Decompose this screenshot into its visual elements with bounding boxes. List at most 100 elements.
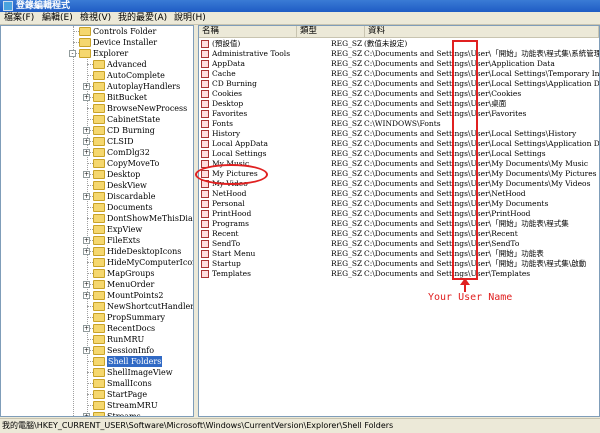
value-row[interactable]: Cookies REG_SZ C:\Documents and Settings\U… <box>199 89 599 99</box>
menu-favorites[interactable]: 我的最愛(A) <box>118 12 167 24</box>
value-name: PrintHood <box>212 209 252 218</box>
value-row[interactable]: CD Burning REG_SZ C:\Documents and Setting… <box>199 79 599 89</box>
tree-node[interactable]: Advanced <box>1 59 193 70</box>
tree-node-label: Streams <box>107 412 141 417</box>
tree-node[interactable]: AutoComplete <box>1 70 193 81</box>
expand-icon[interactable]: + <box>83 413 90 416</box>
tree-node[interactable]: DontShowMeThisDialog <box>1 213 193 224</box>
value-data: C:\Documents and Settings\User\Local Set… <box>364 129 577 138</box>
value-row[interactable]: Cache REG_SZ C:\Documents and Settings\Use… <box>199 69 599 79</box>
column-header-data[interactable]: 資料 <box>365 26 599 38</box>
value-row[interactable]: Programs REG_SZ C:\Documents and Settings\… <box>199 219 599 229</box>
value-row[interactable]: NetHood REG_SZ C:\Documents and Settings\U… <box>199 189 599 199</box>
value-row[interactable]: Local AppData REG_SZ C:\Documents and Sett… <box>199 139 599 149</box>
tree-node[interactable]: HideMyComputerIcons <box>1 257 193 268</box>
collapse-icon[interactable]: - <box>69 50 76 57</box>
value-row[interactable]: Personal REG_SZ C:\Documents and Settings\… <box>199 199 599 209</box>
tree-node-label: AutoComplete <box>107 71 165 80</box>
expand-icon[interactable]: + <box>83 237 90 244</box>
expand-icon[interactable]: + <box>83 171 90 178</box>
tree-node[interactable]: DeskView <box>1 180 193 191</box>
expand-icon[interactable]: + <box>83 193 90 200</box>
string-value-icon <box>201 60 209 68</box>
string-value-icon <box>201 150 209 158</box>
tree-node[interactable]: Device Installer <box>1 37 193 48</box>
menu-file[interactable]: 檔案(F) <box>4 12 34 24</box>
value-name: Fonts <box>212 119 234 128</box>
tree-node[interactable]: BrowseNewProcess <box>1 103 193 114</box>
tree-node[interactable]: NewShortcutHandlers <box>1 301 193 312</box>
tree-node-label: Controls Folder <box>93 27 157 36</box>
value-row[interactable]: Favorites REG_SZ C:\Documents and Settings… <box>199 109 599 119</box>
registry-tree[interactable]: Controls Folder Device Installer - Explorer… <box>0 25 194 417</box>
tree-node-label: PropSummary <box>107 313 166 322</box>
value-row[interactable]: Startup REG_SZ C:\Documents and Settings\U… <box>199 259 599 269</box>
tree-node[interactable]: CabinetState <box>1 114 193 125</box>
value-row[interactable]: Fonts REG_SZ C:\WINDOWS\Fonts <box>199 119 599 129</box>
tree-node[interactable]: + HideDesktopIcons <box>1 246 193 257</box>
tree-node[interactable]: + CD Burning <box>1 125 193 136</box>
tree-node[interactable]: + Desktop <box>1 169 193 180</box>
tree-node[interactable]: RunMRU <box>1 334 193 345</box>
value-row[interactable]: Administrative Tools REG_SZ C:\Documents a… <box>199 49 599 59</box>
value-row[interactable]: Local Settings REG_SZ C:\Documents and Set… <box>199 149 599 159</box>
value-data: C:\Documents and Settings\User\Applicati… <box>364 59 555 68</box>
expand-icon[interactable]: + <box>83 83 90 90</box>
tree-node[interactable]: ExpView <box>1 224 193 235</box>
menu-edit[interactable]: 編輯(E) <box>42 12 73 24</box>
tree-node[interactable]: + Discardable <box>1 191 193 202</box>
string-value-icon <box>201 200 209 208</box>
tree-node[interactable]: MapGroups <box>1 268 193 279</box>
column-header-type[interactable]: 類型 <box>297 26 365 38</box>
value-row[interactable]: Recent REG_SZ C:\Documents and Settings\Us… <box>199 229 599 239</box>
expand-icon[interactable]: + <box>83 325 90 332</box>
expand-icon[interactable]: + <box>83 149 90 156</box>
tree-node[interactable]: + RecentDocs <box>1 323 193 334</box>
expand-icon[interactable]: + <box>83 127 90 134</box>
tree-node[interactable]: + MountPoints2 <box>1 290 193 301</box>
value-row[interactable]: SendTo REG_SZ C:\Documents and Settings\Us… <box>199 239 599 249</box>
value-row[interactable]: PrintHood REG_SZ C:\Documents and Settings… <box>199 209 599 219</box>
expand-icon[interactable]: + <box>83 94 90 101</box>
tree-node[interactable]: Shell Folders <box>1 356 193 367</box>
tree-node[interactable]: + ComDlg32 <box>1 147 193 158</box>
tree-node[interactable]: Documents <box>1 202 193 213</box>
value-row[interactable]: Templates REG_SZ C:\Documents and Settings… <box>199 269 599 279</box>
value-data: C:\Documents and Settings\User\Local Set… <box>364 79 599 88</box>
tree-node[interactable]: + Streams <box>1 411 193 417</box>
tree-node[interactable]: StreamMRU <box>1 400 193 411</box>
expand-icon[interactable]: + <box>83 281 90 288</box>
tree-node[interactable]: PropSummary <box>1 312 193 323</box>
tree-node[interactable]: + AutoplayHandlers <box>1 81 193 92</box>
menu-view[interactable]: 檢視(V) <box>80 12 111 24</box>
value-row[interactable]: History REG_SZ C:\Documents and Settings\U… <box>199 129 599 139</box>
tree-node[interactable]: + FileExts <box>1 235 193 246</box>
value-row[interactable]: (預設值) REG_SZ (數值未設定) <box>199 39 599 49</box>
expand-icon[interactable]: + <box>83 138 90 145</box>
value-row[interactable]: Start Menu REG_SZ C:\Documents and Setting… <box>199 249 599 259</box>
tree-node[interactable]: + SessionInfo <box>1 345 193 356</box>
value-data: C:\Documents and Settings\User\My Docume… <box>364 179 591 188</box>
tree-node[interactable]: CopyMoveTo <box>1 158 193 169</box>
menu-help[interactable]: 說明(H) <box>174 12 206 24</box>
tree-node[interactable]: SmallIcons <box>1 378 193 389</box>
value-name: (預設值) <box>212 39 241 48</box>
string-value-icon <box>201 220 209 228</box>
tree-node[interactable]: + MenuOrder <box>1 279 193 290</box>
expand-icon[interactable]: + <box>83 248 90 255</box>
tree-node[interactable]: + CLSID <box>1 136 193 147</box>
value-row[interactable]: AppData REG_SZ C:\Documents and Settings\U… <box>199 59 599 69</box>
tree-node-label: SmallIcons <box>107 379 152 388</box>
column-header-name[interactable]: 名稱 <box>199 26 297 38</box>
title-bar: 登錄編輯程式 <box>0 0 600 12</box>
expand-icon[interactable]: + <box>83 347 90 354</box>
tree-node[interactable]: - Explorer <box>1 48 193 59</box>
tree-node[interactable]: ShellImageView <box>1 367 193 378</box>
tree-node[interactable]: Controls Folder <box>1 26 193 37</box>
value-name: CD Burning <box>212 79 257 88</box>
string-value-icon <box>201 40 209 48</box>
value-row[interactable]: Desktop REG_SZ C:\Documents and Settings\U… <box>199 99 599 109</box>
tree-node[interactable]: + BitBucket <box>1 92 193 103</box>
expand-icon[interactable]: + <box>83 292 90 299</box>
tree-node[interactable]: StartPage <box>1 389 193 400</box>
